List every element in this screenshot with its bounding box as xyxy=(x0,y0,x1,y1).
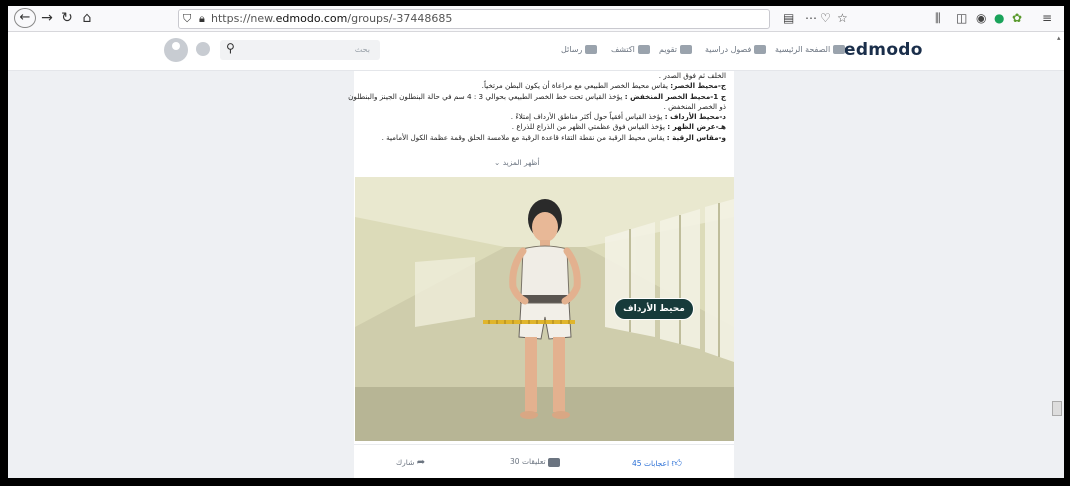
post-line-text: الخلف ثم فوق الصدر . xyxy=(658,71,726,80)
calendar-icon xyxy=(679,45,692,54)
post-line: ج 1-محيط الخصر المنخفض : يؤخذ القياس تحت… xyxy=(348,91,726,102)
post-line: د-محيط الأرداف : يؤخذ القياس أفقياً حول … xyxy=(356,112,726,122)
home-icon xyxy=(833,45,846,54)
browser-window: ← → ↻ ⌂ ⛉ 🔒︎ https://new.edmodo.com/grou… xyxy=(8,6,1064,478)
grammarly-icon[interactable]: ● xyxy=(994,9,1004,27)
share-button[interactable]: شارك ➦ xyxy=(396,457,425,468)
shield-icon: ⛉ xyxy=(183,12,192,25)
post-line-heading: هـ-عرض الظهر : xyxy=(667,122,726,132)
nav-discover[interactable]: اكتشف xyxy=(611,45,650,54)
post-line-text: ذو الخصر المنخفض . xyxy=(663,101,726,111)
search-input[interactable]: ⚲ بحث xyxy=(220,40,380,60)
post-card: الخلف ثم فوق الصدر . ج-محيط الخصر: يقاس م… xyxy=(348,71,734,478)
messages-icon xyxy=(585,45,598,54)
post-line: ج-محيط الخصر: يقاس محيط الخصر الطبيعي مع… xyxy=(356,81,726,91)
search-placeholder: بحث xyxy=(354,45,370,54)
thumbs-up-icon: 👍︎ xyxy=(671,458,682,469)
notifications-icon[interactable] xyxy=(196,42,210,56)
post-line-text: يقاس محيط الرقبة من نقطة التقاء قاعدة ال… xyxy=(381,132,667,142)
scroll-up-icon[interactable]: ▴ xyxy=(1057,34,1061,42)
avatar[interactable] xyxy=(164,38,188,62)
edmodo-header: edmodo الصفحة الرئيسية فصول دراسية تقويم… xyxy=(8,32,1064,71)
post-body: الخلف ثم فوق الصدر . ج-محيط الخصر: يقاس م… xyxy=(348,71,726,143)
url-text: https://new.edmodo.com/groups/-37448685 xyxy=(211,12,453,25)
pocket-icon[interactable]: ♡ xyxy=(820,9,831,27)
post-line-text: يؤخذ القياس تحت خط الخصر الطبيعي بحوالي … xyxy=(348,91,625,101)
edmodo-logo[interactable]: edmodo xyxy=(844,40,923,60)
post-line-heading: ج 1-محيط الخصر المنخفض : xyxy=(624,91,726,101)
nav-calendar[interactable]: تقويم xyxy=(659,45,692,54)
show-more-link[interactable]: أظهر المزيد ⌄ xyxy=(494,158,540,167)
post-image[interactable]: محيط الأرداف xyxy=(355,177,734,441)
search-icon: ⚲ xyxy=(226,41,235,55)
post-line-text: يقاس محيط الخصر الطبيعي مع مراعاة أن يكو… xyxy=(481,81,671,91)
account-icon[interactable]: ◉ xyxy=(976,9,986,27)
nav-home[interactable]: الصفحة الرئيسية xyxy=(775,45,846,54)
post-line-text: يؤخذ القياس أفقياً حول أكثر مناطق الأردا… xyxy=(510,112,665,122)
scrollbar-thumb[interactable] xyxy=(1052,401,1062,416)
post-line: الخلف ثم فوق الصدر . xyxy=(356,71,726,81)
url-bar[interactable]: ⛉ 🔒︎ https://new.edmodo.com/groups/-3744… xyxy=(178,9,770,29)
comment-button[interactable]: 30 تعليقات xyxy=(510,457,560,467)
share-icon: ➦ xyxy=(416,457,426,468)
post-line: هـ-عرض الظهر : يؤخذ القياس فوق عظمتي الظ… xyxy=(356,122,726,132)
like-button[interactable]: 45 اعجابات 👍︎ xyxy=(632,457,682,469)
post-line: و-مقاس الرقبة : يقاس محيط الرقبة من نقطة… xyxy=(356,133,726,143)
lock-icon: 🔒︎ xyxy=(199,12,205,25)
image-label: محيط الأرداف xyxy=(614,298,694,320)
post-line-text: يؤخذ القياس فوق عظمتي الظهر من الذراع لل… xyxy=(511,122,668,132)
reload-button[interactable]: ↻ xyxy=(60,8,74,28)
library-icon[interactable]: ⫼ xyxy=(935,9,941,27)
nav-classes[interactable]: فصول دراسية xyxy=(705,45,767,54)
bookmark-star-icon[interactable]: ☆ xyxy=(837,9,848,27)
chevron-down-icon: ⌄ xyxy=(494,158,501,167)
sidebar-icon[interactable]: ◫ xyxy=(956,9,967,27)
page-content: الخلف ثم فوق الصدر . ج-محيط الخصر: يقاس م… xyxy=(8,71,1064,478)
menu-icon[interactable]: ≡ xyxy=(1042,9,1052,27)
post-line-heading: و-مقاس الرقبة : xyxy=(666,132,726,142)
discover-icon xyxy=(637,45,650,54)
comment-icon xyxy=(547,457,560,467)
classes-icon xyxy=(754,45,767,54)
post-line: ذو الخصر المنخفض . xyxy=(356,102,726,112)
more-icon[interactable]: ⋯ xyxy=(805,9,817,27)
extension-icon[interactable]: ✿ xyxy=(1012,9,1022,27)
post-actions: 45 اعجابات 👍︎ 30 تعليقات شارك ➦ xyxy=(354,444,734,478)
back-button[interactable]: ← xyxy=(14,8,36,28)
post-line-heading: ج-محيط الخصر: xyxy=(670,81,726,91)
reader-view-icon[interactable]: ▤ xyxy=(783,9,794,27)
browser-toolbar: ← → ↻ ⌂ ⛉ 🔒︎ https://new.edmodo.com/grou… xyxy=(8,6,1064,32)
forward-button[interactable]: → xyxy=(40,8,54,28)
nav-messages[interactable]: رسائل xyxy=(561,45,598,54)
post-line-heading: د-محيط الأرداف : xyxy=(664,112,726,122)
home-button[interactable]: ⌂ xyxy=(80,8,94,28)
